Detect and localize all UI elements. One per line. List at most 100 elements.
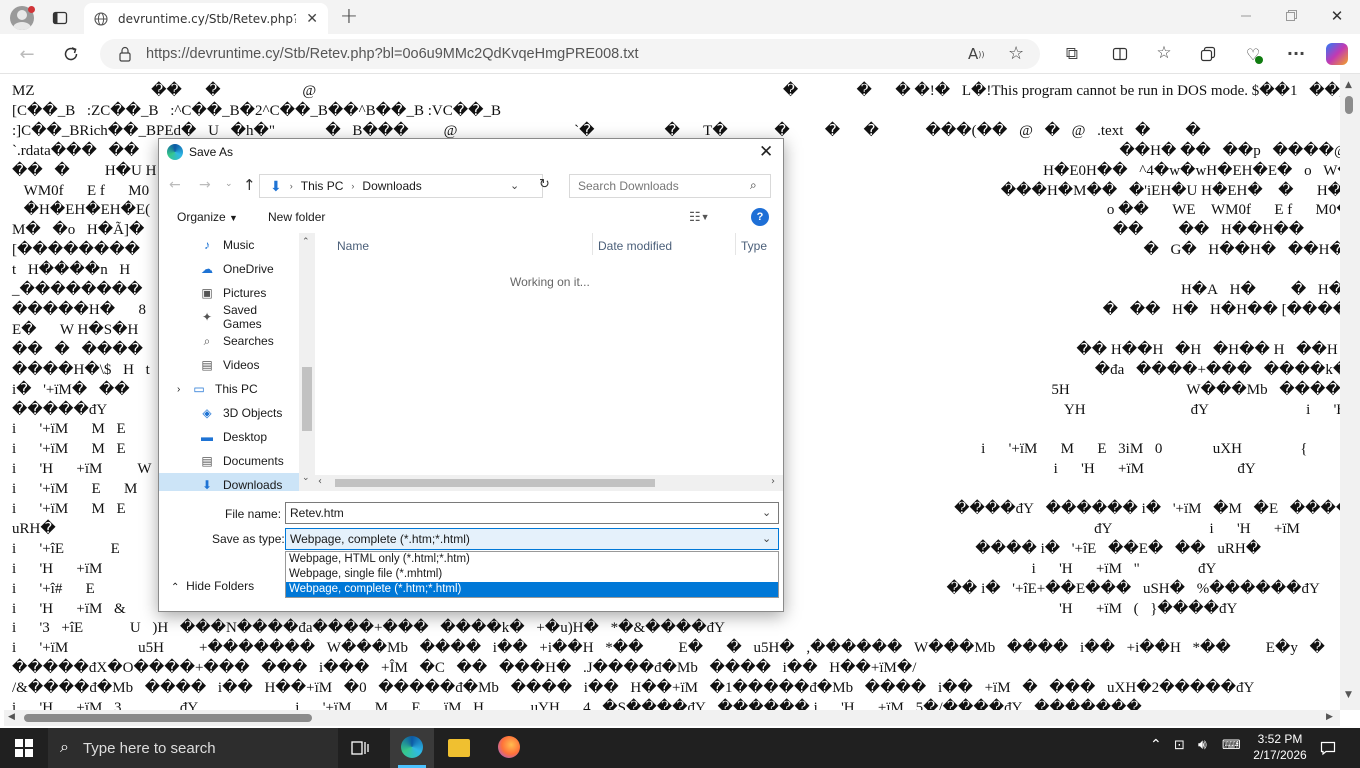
column-name[interactable]: Name [337,239,369,253]
tree-item-desktop[interactable]: ▬ Desktop [159,425,299,449]
refresh-icon[interactable] [60,43,82,65]
file-name-chevron-down-icon[interactable]: ⌄ [762,506,771,519]
help-icon[interactable]: ? [751,208,769,226]
file-list-hscrollbar[interactable]: ‹ › [315,475,783,491]
tree-item-videos[interactable]: ▤ Videos [159,353,299,377]
scroll-right-arrow[interactable]: ▶ [1326,712,1333,722]
search-icon[interactable]: ⌕ [750,178,757,193]
dialog-title: Save As [189,145,234,159]
view-options-icon[interactable]: ☷ ▼ [689,209,710,225]
file-list-scroll-left-icon[interactable]: ‹ [318,476,322,487]
file-list-scroll-right-icon[interactable]: › [771,476,775,487]
hide-folders-button[interactable]: ⌃ Hide Folders [171,579,254,593]
collections-icon[interactable] [1198,44,1218,64]
restore-icon[interactable] [1281,6,1301,26]
new-tab-icon[interactable]: + [338,4,360,29]
tree-scroll-up-icon[interactable]: ⌃ [302,237,310,247]
firefox-taskbar-icon[interactable] [498,736,520,758]
edge-taskbar-icon[interactable] [390,728,434,768]
read-aloud-icon[interactable]: A)) [968,45,985,63]
more-options-icon[interactable]: ··· [1286,43,1306,63]
tree-scrollbar[interactable]: ⌃ ⌄ [299,233,315,491]
lock-icon[interactable] [118,46,132,62]
tree-item-saved-games[interactable]: ✦ Saved Games [159,303,299,331]
back-icon[interactable]: ← [16,43,38,65]
taskbar-search[interactable]: ⌕ Type here to search [48,728,338,768]
clock[interactable]: 3:52 PM 2/17/2026 [1250,731,1310,763]
copilot-icon[interactable] [1326,43,1348,65]
file-list-scroll-thumb[interactable] [335,479,655,487]
save-type-select[interactable]: Webpage, complete (*.htm;*.html) ⌄ [285,528,779,550]
scroll-left-arrow[interactable]: ◀ [8,712,15,722]
tree-item-documents[interactable]: ▤ Documents [159,449,299,473]
hide-folders-label: Hide Folders [186,579,255,593]
tree-item-label: 3D Objects [223,406,283,420]
show-hidden-icons-icon[interactable]: ⌃ [1150,737,1162,753]
minimize-icon[interactable] [1236,6,1256,26]
tree-item-searches[interactable]: ⌕ Searches [159,329,299,353]
network-icon[interactable]: ⊡ [1174,738,1185,753]
split-screen-icon[interactable] [1110,44,1130,64]
dialog-forward-icon[interactable]: → [199,177,211,193]
save-type-option-selected[interactable]: Webpage, complete (*.htm;*.html) [286,582,778,597]
scroll-up-arrow[interactable]: ▲ [1345,80,1352,90]
dialog-back-icon[interactable]: ← [169,177,181,193]
new-folder-button[interactable]: New folder [268,210,325,224]
language-icon[interactable]: ⌨ [1222,738,1241,753]
tree-item-label: Pictures [223,286,267,300]
breadcrumb-chevron-down-icon[interactable]: ⌄ [510,179,519,192]
tree-item-this-pc[interactable]: ▭ This PC › [159,377,299,401]
browser-tab[interactable]: devruntime.cy/Stb/Retev.php?bl= ✕ [84,3,328,34]
volume-icon[interactable]: 🔊︎ [1198,737,1207,753]
tree-item-music[interactable]: ♪ Music [159,233,299,257]
scroll-down-arrow[interactable]: ▼ [1345,690,1352,700]
file-name-input[interactable]: Retev.htm ⌄ [285,502,779,524]
edge-logo-icon [167,144,183,160]
save-type-value: Webpage, complete (*.htm;*.html) [290,532,470,546]
file-list-status: Working on it... [510,275,590,289]
taskbar-search-placeholder: Type here to search [82,739,216,757]
close-tab-icon[interactable]: ✕ [306,11,318,27]
tree-item-3d-objects[interactable]: ◈ 3D Objects [159,401,299,425]
save-type-chevron-down-icon[interactable]: ⌄ [762,532,771,545]
dialog-refresh-icon[interactable]: ↻ [539,177,550,192]
notifications-icon[interactable] [1318,738,1338,758]
browser-titlebar: devruntime.cy/Stb/Retev.php?bl= ✕ + ✕ [0,0,1360,34]
expand-chevron-icon[interactable]: › [177,384,180,395]
save-type-option[interactable]: Webpage, HTML only (*.html;*.htm) [286,552,778,567]
breadcrumb[interactable]: ⬇ › This PC › Downloads ⌄ [259,174,543,198]
tree-item-onedrive[interactable]: ☁ OneDrive [159,257,299,281]
search-downloads-input[interactable]: Search Downloads ⌕ [569,174,771,198]
breadcrumb-this-pc[interactable]: This PC [301,179,344,193]
tree-item-downloads[interactable]: ⬇ Downloads [159,473,299,491]
url-text: https://devruntime.cy/Stb/Retev.php?bl=0… [146,46,639,62]
tree-scroll-down-icon[interactable]: ⌄ [302,473,310,483]
address-bar[interactable]: https://devruntime.cy/Stb/Retev.php?bl=0… [100,39,1040,69]
recent-locations-icon[interactable]: ⌄ [225,179,233,189]
column-date-modified[interactable]: Date modified [598,239,672,253]
tree-item-pictures[interactable]: ▣ Pictures [159,281,299,305]
start-windows-icon[interactable] [14,738,34,758]
tab-actions-icon[interactable] [50,8,70,28]
page-text-line: [C��_B :ZC��_B :^C��_B�2^C��_B��^B��_B :… [12,102,501,119]
breadcrumb-downloads[interactable]: Downloads [362,179,421,193]
dialog-navbar: ← → ⌄ ↑ ⬇ › This PC › Downloads ⌄ ↻ Sear… [159,171,783,199]
dialog-close-icon[interactable]: ✕ [759,142,773,162]
tree-scroll-thumb[interactable] [302,367,312,431]
favorite-star-icon[interactable]: ☆ [1008,43,1024,64]
task-view-icon[interactable] [350,738,370,758]
favorites-icon[interactable]: ☆ [1154,43,1174,63]
organize-button[interactable]: Organize ▼ [177,210,238,224]
horizontal-scroll-thumb[interactable] [24,714,312,722]
vertical-scrollbar[interactable]: ▲ ▼ [1340,74,1360,710]
up-folder-icon[interactable]: ↑ [243,176,256,194]
globe-icon [94,11,108,26]
file-explorer-taskbar-icon[interactable] [448,739,470,757]
extensions-icon[interactable]: ⧉ [1062,44,1082,64]
horizontal-scrollbar[interactable]: ◀ ▶ [4,710,1340,726]
save-type-option[interactable]: Webpage, single file (*.mhtml) [286,567,778,582]
close-window-icon[interactable]: ✕ [1327,6,1347,26]
vertical-scroll-thumb[interactable] [1345,96,1353,114]
save-type-label: Save as type: [212,532,285,546]
column-type[interactable]: Type [741,239,767,253]
